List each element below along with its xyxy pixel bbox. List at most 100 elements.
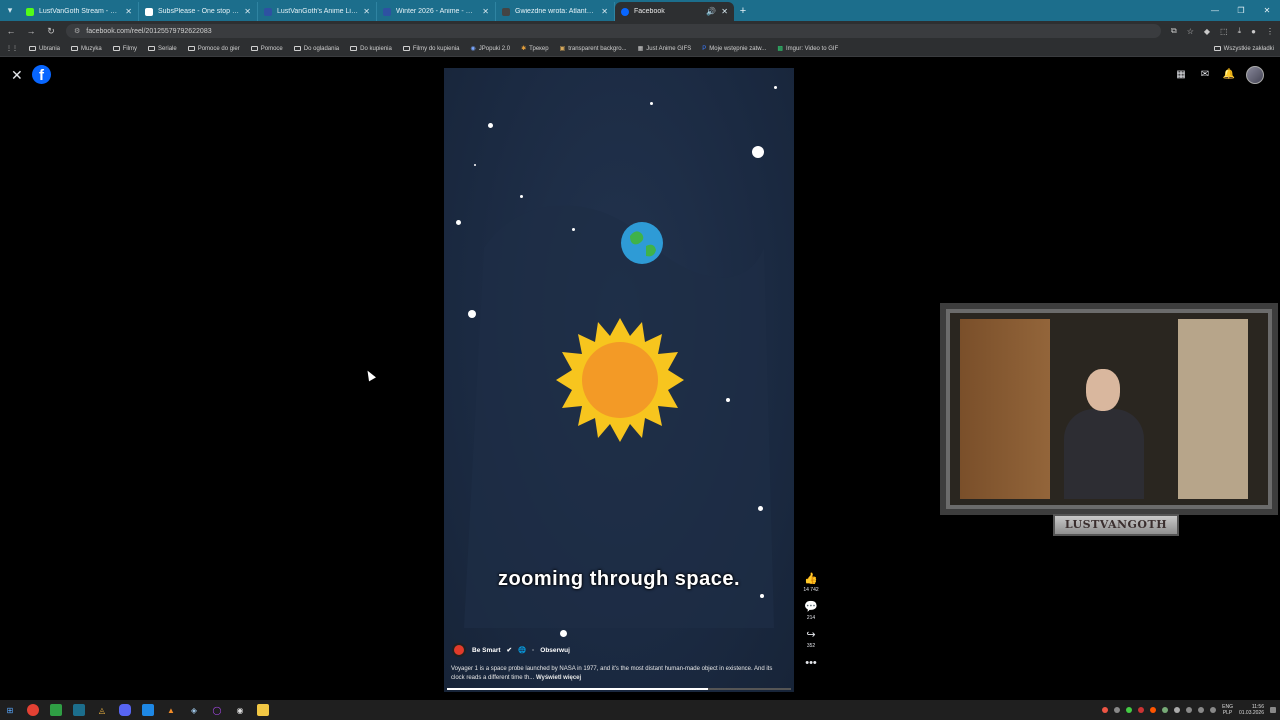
folder-icon <box>187 46 195 51</box>
tab-title: LustVanGoth's Anime List - My <box>277 8 358 15</box>
tray-icon[interactable] <box>1150 707 1157 713</box>
menu-kebab-icon[interactable]: ⋮ <box>1266 27 1274 36</box>
bookmark-moje-wstepnie[interactable]: P Moje wstępnie zatw... <box>702 46 766 52</box>
apps-grid-icon[interactable]: ⋮⋮ <box>6 45 18 52</box>
input-language[interactable]: ENG PLP <box>1222 704 1233 716</box>
download-icon[interactable]: ⤓ <box>1238 26 1242 36</box>
tab-search-icon[interactable]: ▾ <box>0 0 20 21</box>
clock[interactable]: 11:56 01.03.2026 <box>1239 704 1264 716</box>
maximize-icon[interactable]: ❐ <box>1228 6 1254 15</box>
follow-button[interactable]: Obserwuj <box>540 647 570 654</box>
mouse-cursor-icon <box>364 368 376 382</box>
reload-icon[interactable]: ↻ <box>46 26 56 37</box>
close-tab-icon[interactable]: ✕ <box>721 7 728 16</box>
menu-grid-icon[interactable]: ▦ <box>1174 68 1188 82</box>
extension-icon[interactable]: ◆ <box>1204 27 1210 36</box>
close-tab-icon[interactable]: ✕ <box>482 7 489 16</box>
tab-facebook[interactable]: Facebook 🔊 ✕ <box>615 2 734 21</box>
app-icon[interactable]: ◯ <box>211 704 223 716</box>
tray-icon[interactable] <box>1174 707 1181 713</box>
bookmark-transparent-background[interactable]: ▣ transparent backgro... <box>560 45 627 53</box>
bookmark-folder-pomoce-do-gier[interactable]: Pomoce do gier <box>187 46 240 52</box>
star <box>560 630 567 637</box>
bookmark-folder-do-ogladania[interactable]: Do ogladania <box>293 46 339 52</box>
browser-icon[interactable] <box>73 704 85 716</box>
messenger-icon[interactable]: ✉ <box>1198 68 1212 82</box>
bookmark-tracker[interactable]: ✱ Трекер <box>521 45 548 53</box>
close-tab-icon[interactable]: ✕ <box>125 7 132 16</box>
bookmark-star-icon[interactable]: ☆ <box>1187 27 1194 36</box>
bookmark-jpopuki[interactable]: ◉ JPopuki 2.0 <box>471 45 511 53</box>
bookmark-label: Wszystkie zakładki <box>1223 45 1274 52</box>
tray-icon[interactable] <box>1162 707 1169 713</box>
bookmark-folder-muzyka[interactable]: Muzyka <box>71 46 102 52</box>
share-button[interactable]: ↪ 352 <box>806 629 815 649</box>
tray-icon[interactable] <box>1114 707 1121 713</box>
bookmark-just-anime-gifs[interactable]: ▦ Just Anime GIFS <box>638 45 692 53</box>
vlc-icon[interactable]: ▲ <box>165 704 177 716</box>
close-reel-icon[interactable]: ✕ <box>11 67 23 84</box>
comment-button[interactable]: 💬 214 <box>804 601 818 621</box>
video-progress-bar[interactable] <box>447 688 791 690</box>
notifications-icon[interactable] <box>1270 707 1276 713</box>
extensions-puzzle-icon[interactable]: ⬚ <box>1220 27 1228 36</box>
chrome-icon[interactable] <box>27 704 39 716</box>
tab-anime-list[interactable]: LustVanGoth's Anime List - My ✕ <box>258 2 377 21</box>
tab-winter-2026[interactable]: Winter 2026 - Anime - MyAnim ✕ <box>377 2 496 21</box>
folder-icon <box>250 46 258 51</box>
bookmark-folder-do-kupienia[interactable]: Do kupienia <box>350 46 392 52</box>
install-app-icon[interactable]: ⧉ <box>1171 26 1177 36</box>
all-bookmarks-folder[interactable]: Wszystkie zakładki <box>1213 45 1274 52</box>
bookmark-folder-filmy[interactable]: Filmy <box>112 46 137 52</box>
author-name[interactable]: Be Smart <box>472 647 501 654</box>
forward-icon[interactable]: → <box>26 26 36 36</box>
notifications-bell-icon[interactable]: 🔔 <box>1222 68 1236 82</box>
close-tab-icon[interactable]: ✕ <box>363 7 370 16</box>
tray-icon[interactable] <box>1126 707 1133 713</box>
tray-icon[interactable] <box>1138 707 1145 713</box>
bookmark-imgur-video-to-gif[interactable]: ▩ Imgur: Video to GIF <box>777 45 838 53</box>
star <box>572 228 575 231</box>
back-icon[interactable]: ← <box>6 26 16 36</box>
like-button[interactable]: 👍 14 742 <box>803 573 818 593</box>
tab-title: Facebook <box>634 8 665 15</box>
obs-icon[interactable]: ◉ <box>234 704 246 716</box>
minimize-icon[interactable]: — <box>1202 6 1228 15</box>
discord-icon[interactable] <box>119 704 131 716</box>
streamer-nameplate: LUSTVANGOTH <box>1053 514 1179 536</box>
app-icon[interactable] <box>142 704 154 716</box>
bookmark-folder-ubrania[interactable]: Ubrania <box>29 46 60 52</box>
address-bar[interactable]: ⚙ facebook.com/reel/2012557979262208​3 <box>66 24 1161 38</box>
tab-subsplease[interactable]: SubsPlease - One stop shop fo ✕ <box>139 2 258 21</box>
app-icon[interactable] <box>50 704 62 716</box>
network-icon[interactable] <box>1198 707 1205 713</box>
bookmark-folder-pomoce[interactable]: Pomoce <box>250 46 283 52</box>
close-tab-icon[interactable]: ✕ <box>244 7 251 16</box>
new-tab-button[interactable]: + <box>734 2 752 21</box>
see-more-link[interactable]: Wyświetl więcej <box>536 675 581 681</box>
reel-author: Be Smart ✔ 🌐 · Obserwuj <box>452 643 570 657</box>
tab-lustvangoth-stream[interactable]: LustVanGoth Stream - Watch Li ✕ <box>20 2 139 21</box>
more-options-button[interactable]: ••• <box>805 657 817 669</box>
author-avatar[interactable] <box>452 643 466 657</box>
microphone-icon[interactable] <box>1186 707 1193 713</box>
profile-avatar[interactable] <box>1246 66 1264 84</box>
reel-video[interactable]: zooming through space. Be Smart ✔ 🌐 · Ob… <box>444 68 794 692</box>
close-tab-icon[interactable]: ✕ <box>601 7 608 16</box>
myanimelist-icon <box>383 7 391 16</box>
tray-icon[interactable] <box>1102 707 1109 713</box>
mute-tab-icon[interactable]: 🔊 <box>706 7 716 16</box>
facebook-logo-icon[interactable]: f <box>32 65 51 84</box>
volume-icon[interactable] <box>1210 707 1217 713</box>
bookmark-folder-seriale[interactable]: Seriale <box>148 46 177 52</box>
bookmark-folder-filmy-do-kupienia[interactable]: Filmy do kupienia <box>402 46 460 52</box>
close-window-icon[interactable]: ✕ <box>1254 6 1280 15</box>
start-icon[interactable]: ⊞ <box>4 704 16 716</box>
steam-icon[interactable]: ◈ <box>188 704 200 716</box>
app-icon[interactable]: ◬ <box>96 704 108 716</box>
share-icon: ↪ <box>806 629 816 641</box>
site-info-icon[interactable]: ⚙ <box>74 27 80 35</box>
tab-gwiezdne-wrota[interactable]: Gwiezdne wrota: Atlantyda / St ✕ <box>496 2 615 21</box>
profile-icon[interactable]: ● <box>1251 27 1256 36</box>
file-explorer-icon[interactable] <box>257 704 269 716</box>
